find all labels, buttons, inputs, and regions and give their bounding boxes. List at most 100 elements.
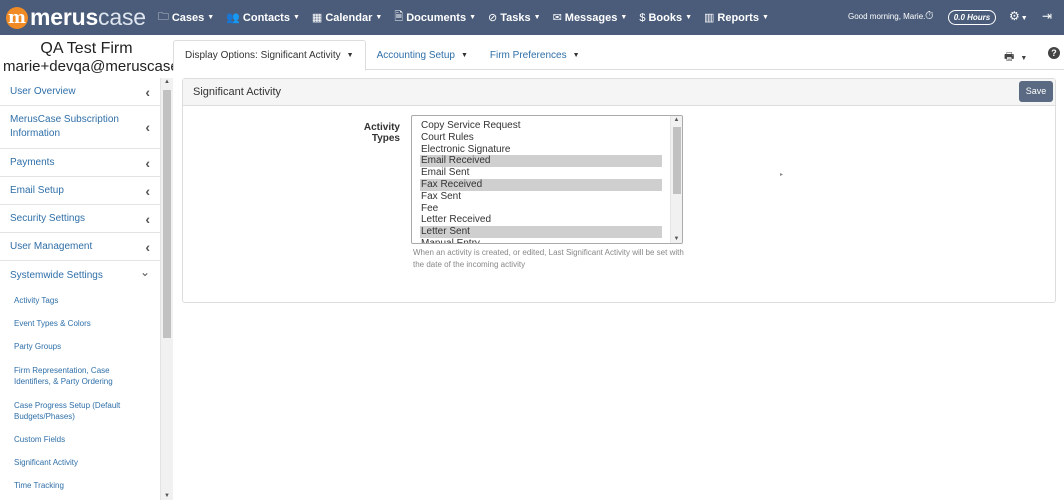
caret-down-icon: ▼: [375, 14, 383, 21]
tab-firm-preferences[interactable]: Firm Preferences ▼: [479, 40, 591, 70]
caret-down-icon: ▼: [685, 14, 692, 21]
sidebar-item-label: User Management: [10, 241, 93, 252]
sidebar-item-label: Email Setup: [10, 185, 64, 196]
scroll-up-arrow-icon[interactable]: ▲: [671, 117, 682, 123]
sidebar-item-label: User Overview: [10, 86, 76, 97]
listbox-scroll-thumb[interactable]: [673, 127, 681, 194]
sidebar-item-user-overview[interactable]: User Overview ‹: [0, 78, 160, 106]
logout-icon[interactable]: ⇥: [1042, 9, 1052, 23]
sidebar-item-email-setup[interactable]: Email Setup ‹: [0, 177, 160, 205]
meruscase-logo[interactable]: m meruscase: [6, 0, 146, 35]
nav-documents-menu[interactable]: 🗎 Documents ▼: [394, 8, 476, 27]
activity-type-option[interactable]: Manual Entry: [412, 238, 662, 243]
sidebar-subitem-firm-representation[interactable]: Firm Representation, Case Identifiers, &…: [0, 358, 160, 393]
print-menu-button[interactable]: 🖶 ▼: [1004, 48, 1027, 67]
activity-types-label: Activity Types: [363, 122, 400, 144]
activity-type-option[interactable]: Letter Received: [412, 214, 662, 226]
sidebar-item-subscription-information[interactable]: MerusCase Subscription Information ‹: [0, 106, 160, 149]
folder-icon: 🗀: [157, 11, 169, 23]
sidebar-subitem-party-groups[interactable]: Party Groups: [0, 335, 160, 358]
tab-accounting-setup[interactable]: Accounting Setup ▼: [366, 40, 479, 70]
activity-type-option[interactable]: Copy Service Request: [412, 120, 662, 132]
envelope-icon: ✉: [552, 12, 562, 24]
scroll-down-arrow-icon[interactable]: ▼: [671, 236, 682, 242]
chevron-left-icon: ‹: [145, 210, 150, 227]
logo-mark: m: [6, 6, 28, 29]
nav-label: Cases: [171, 11, 205, 24]
sidebar-item-payments[interactable]: Payments ‹: [0, 149, 160, 177]
nav-label: Tasks: [500, 11, 531, 24]
sidebar-subitem-case-progress-setup[interactable]: Case Progress Setup (Default Budgets/Pha…: [0, 393, 160, 428]
logo-name-light: case: [98, 4, 146, 30]
caret-down-icon: ▼: [207, 14, 215, 21]
activity-type-option[interactable]: Court Rules: [412, 132, 662, 144]
chevron-left-icon: ‹: [145, 119, 150, 135]
sidebar-scrollbar[interactable]: ▲ ▼: [161, 78, 173, 500]
tab-label: Display Options: Significant Activity: [185, 50, 341, 61]
chevron-down-icon: ⌄: [139, 265, 150, 279]
document-icon: 🗎: [394, 11, 404, 23]
nav-books-menu[interactable]: $ Books ▼: [639, 12, 692, 24]
stopwatch-icon[interactable]: ⏱: [925, 10, 934, 23]
tab-display-options[interactable]: Display Options: Significant Activity ▼: [173, 40, 366, 71]
help-icon[interactable]: ?: [1048, 47, 1060, 59]
scroll-up-arrow-icon[interactable]: ▲: [161, 79, 173, 85]
nav-label: Books: [648, 11, 683, 24]
settings-menu-button[interactable]: ⚙▼: [1009, 9, 1028, 23]
caret-down-icon: ▼: [620, 14, 628, 21]
nav-label: Messages: [564, 11, 618, 24]
sidebar-subitem-time-tracking[interactable]: Time Tracking: [0, 474, 160, 497]
activity-type-option[interactable]: Email Received: [420, 155, 662, 168]
chevron-left-icon: ‹: [145, 83, 150, 100]
sidebar-item-label: Security Settings: [10, 213, 86, 224]
nav-calendar-menu[interactable]: ▦ Calendar ▼: [312, 11, 383, 25]
nav-label: Calendar: [325, 11, 373, 24]
caret-down-icon: ▼: [469, 14, 477, 21]
nav-cases-menu[interactable]: 🗀 Cases ▼: [158, 8, 214, 27]
sidebar-scroll-thumb[interactable]: [163, 90, 171, 338]
hours-badge[interactable]: 0.0 Hours: [948, 10, 996, 25]
save-button[interactable]: Save: [1019, 81, 1053, 102]
sidebar-item-user-management[interactable]: User Management ‹: [0, 233, 160, 261]
gear-icon: ⚙: [1009, 9, 1020, 23]
panel-header: Significant Activity Save: [183, 79, 1055, 106]
scroll-down-arrow-icon[interactable]: ▼: [161, 493, 173, 499]
settings-tabs: Display Options: Significant Activity ▼ A…: [173, 40, 1064, 71]
nav-label: Documents: [406, 11, 467, 24]
sidebar-item-label: MerusCase Subscription Information: [10, 114, 119, 139]
caret-down-icon: ▼: [346, 52, 354, 59]
sidebar-item-label: Systemwide Settings: [10, 269, 103, 281]
nav-messages-menu[interactable]: ✉ Messages ▼: [552, 11, 628, 25]
nav-label: Contacts: [242, 11, 290, 24]
sidebar-subitem-event-types-colors[interactable]: Event Types & Colors: [0, 312, 160, 335]
nav-contacts-menu[interactable]: 👥 Contacts ▼: [226, 11, 300, 25]
sidebar-subitem-custom-fields[interactable]: Custom Fields: [0, 428, 160, 451]
firm-user-email: marie+devqa@meruscase: [3, 58, 175, 75]
check-circle-icon: ⊘: [488, 12, 498, 24]
activity-type-option[interactable]: Fax Sent: [412, 191, 662, 203]
sidebar-item-security-settings[interactable]: Security Settings ‹: [0, 205, 160, 233]
sidebar-subitem-significant-activity[interactable]: Significant Activity: [0, 451, 160, 474]
activity-type-option[interactable]: Fee: [412, 203, 662, 215]
caret-down-icon: ▼: [1020, 55, 1028, 62]
listbox-scrollbar[interactable]: ▲ ▼: [670, 116, 682, 243]
activity-type-option[interactable]: Fax Received: [420, 178, 662, 191]
chart-icon: ▥: [704, 12, 715, 24]
tab-label: Accounting Setup: [376, 49, 455, 61]
activity-types-multiselect[interactable]: Copy Service Request Court Rules Electroni…: [411, 115, 683, 244]
sidebar-item-label: Payments: [10, 157, 55, 168]
caret-down-icon: ▼: [1020, 15, 1028, 22]
chevron-left-icon: ‹: [145, 238, 150, 255]
greeting-text: Good morning, Marie.: [848, 12, 926, 21]
sidebar-subitem-activity-tags[interactable]: Activity Tags: [0, 289, 160, 312]
activity-type-option[interactable]: Email Sent: [412, 167, 662, 179]
nav-reports-menu[interactable]: ▥ Reports ▼: [704, 11, 769, 25]
print-icon: 🖶: [1004, 51, 1015, 63]
sidebar-item-systemwide-settings[interactable]: Systemwide Settings ⌄: [0, 261, 160, 289]
nav-tasks-menu[interactable]: ⊘ Tasks ▼: [488, 11, 541, 25]
activity-type-option[interactable]: Electronic Signature: [412, 144, 662, 156]
caret-down-icon: ▼: [572, 51, 580, 59]
activity-type-option[interactable]: Letter Sent: [420, 226, 662, 238]
chevron-left-icon: ‹: [145, 154, 150, 171]
nav-label: Reports: [717, 11, 759, 24]
